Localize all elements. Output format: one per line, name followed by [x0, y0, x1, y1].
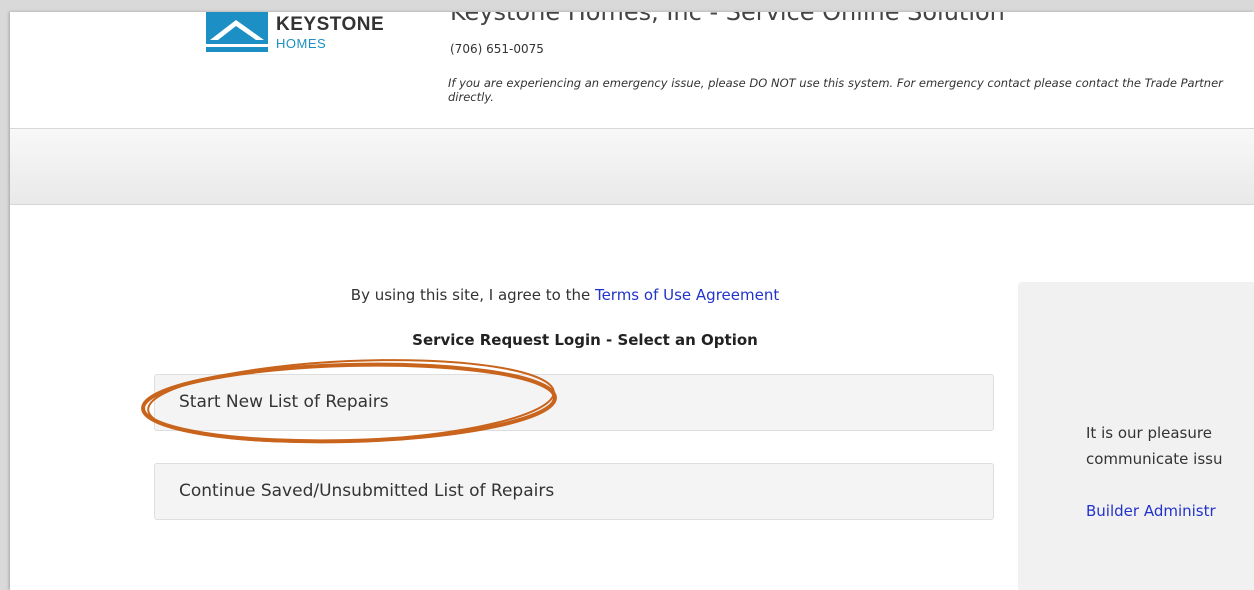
- terms-agreement-text: By using this site, I agree to the: [350, 286, 595, 304]
- header: KEYSTONE HOMES Keystone Homes, Inc - Ser…: [10, 12, 1254, 129]
- emergency-warning: If you are experiencing an emergency iss…: [448, 76, 1223, 104]
- navigation-bar: [10, 129, 1254, 205]
- phone-number: (706) 651-0075: [450, 42, 544, 56]
- side-panel-text: It is our pleasure communicate issu: [1086, 420, 1254, 472]
- terms-agreement: By using this site, I agree to the Terms…: [10, 286, 1120, 304]
- terms-of-use-link[interactable]: Terms of Use Agreement: [595, 286, 779, 304]
- side-panel-text-line1: It is our pleasure: [1086, 424, 1212, 442]
- logo-wordmark: KEYSTONE: [276, 14, 385, 35]
- continue-saved-list-button[interactable]: Continue Saved/Unsubmitted List of Repai…: [154, 463, 994, 520]
- side-panel-text-line2: communicate issu: [1086, 450, 1223, 468]
- logo-subtitle: HOMES: [276, 36, 327, 51]
- site-title: Keystone Homes, Inc - Service Online Sol…: [450, 12, 1005, 26]
- company-logo[interactable]: KEYSTONE HOMES: [206, 12, 396, 52]
- start-new-list-button[interactable]: Start New List of Repairs: [154, 374, 994, 431]
- page: KEYSTONE HOMES Keystone Homes, Inc - Ser…: [10, 12, 1254, 590]
- login-title: Service Request Login - Select an Option: [412, 331, 758, 349]
- logo-mark-icon: [206, 12, 268, 52]
- info-side-panel: It is our pleasure communicate issu Buil…: [1018, 282, 1254, 590]
- builder-administration-link[interactable]: Builder Administr: [1086, 502, 1216, 520]
